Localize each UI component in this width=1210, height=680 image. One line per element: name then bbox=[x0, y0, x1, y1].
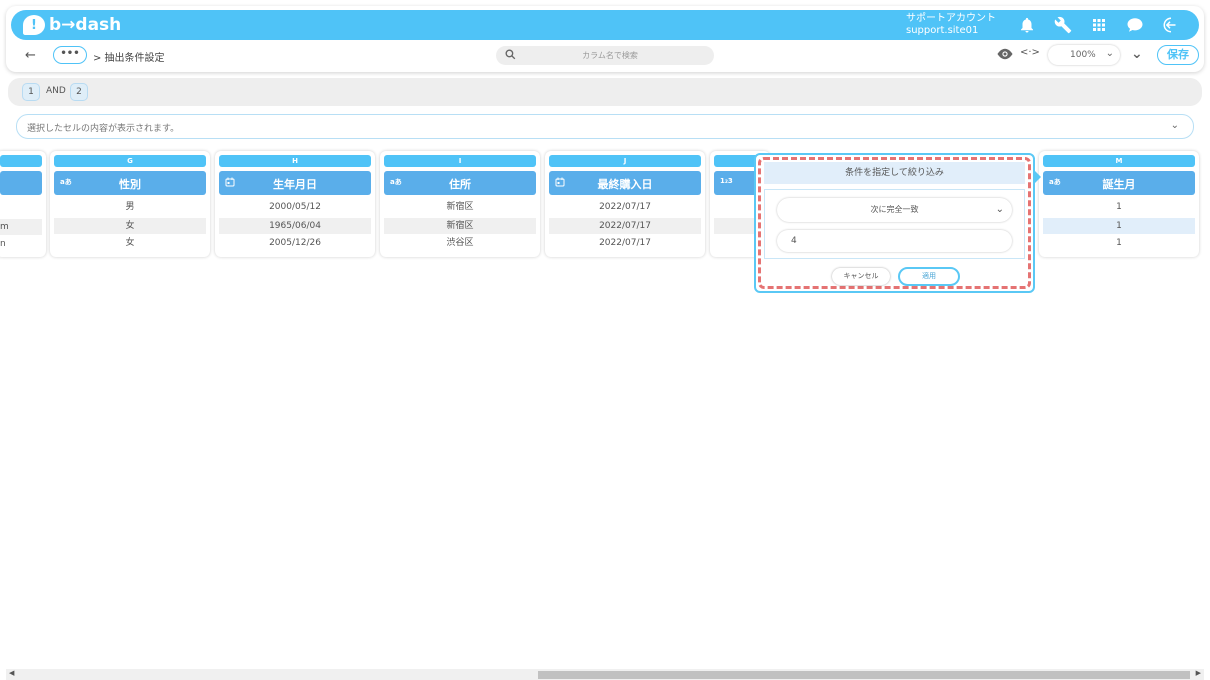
zoom-select[interactable]: 100% ⌄ bbox=[1048, 45, 1120, 65]
scrollbar-thumb[interactable] bbox=[538, 671, 1190, 679]
top-navbar: ! b→dash サポートアカウント support.site01 bbox=[11, 10, 1199, 40]
column-j[interactable]: J 最終購入日 2022/07/17 2022/07/17 2022/07/17 bbox=[545, 151, 705, 257]
search-placeholder: カラム名で検索 bbox=[582, 51, 638, 60]
column-letter: J bbox=[549, 155, 701, 167]
column-h[interactable]: H 生年月日 2000/05/12 1965/06/04 2005/12/26 bbox=[215, 151, 375, 257]
filter-popup-title: 条件を指定して絞り込み bbox=[764, 162, 1025, 184]
column-title: 生年月日 bbox=[273, 178, 317, 191]
column-m[interactable]: M aあ 誕生月 1 1 1 bbox=[1039, 151, 1199, 257]
column-title: 最終購入日 bbox=[597, 178, 653, 191]
column-g[interactable]: G aあ 性別 男 女 女 bbox=[50, 151, 210, 257]
cell-content-view[interactable]: 選択したセルの内容が表示されます。 ⌄ bbox=[16, 114, 1194, 139]
column-letter bbox=[0, 155, 42, 167]
operator-select[interactable]: 次に完全一致 ⌄ bbox=[777, 198, 1012, 222]
grid-icon[interactable] bbox=[1088, 14, 1110, 36]
and-label: AND bbox=[46, 86, 66, 96]
collapse-chevron-icon[interactable]: ⌄ bbox=[1131, 46, 1143, 62]
table-cell[interactable]: 1 bbox=[1043, 218, 1195, 234]
cancel-button[interactable]: キャンセル bbox=[832, 268, 890, 285]
popup-pointer bbox=[1034, 170, 1041, 184]
apply-button[interactable]: 適用 bbox=[898, 267, 960, 286]
column-title: 住所 bbox=[449, 178, 471, 191]
table-cell[interactable]: 1 bbox=[1043, 235, 1195, 251]
cell-content-placeholder: 選択したセルの内容が表示されます。 bbox=[27, 124, 180, 134]
table-cell[interactable]: 女 bbox=[54, 235, 206, 251]
column-letter: G bbox=[54, 155, 206, 167]
scroll-right-icon[interactable]: ▶ bbox=[1196, 669, 1201, 677]
column-header[interactable]: 最終購入日 bbox=[549, 171, 701, 195]
table-cell[interactable] bbox=[0, 201, 42, 217]
back-button[interactable]: ← bbox=[25, 48, 36, 63]
wrench-icon[interactable] bbox=[1052, 14, 1074, 36]
column-header[interactable]: 生年月日 bbox=[219, 171, 371, 195]
column-title: 誕生月 bbox=[1102, 178, 1136, 191]
table-cell[interactable]: 1965/06/04 bbox=[219, 218, 371, 234]
table-cell[interactable]: 2022/07/17 bbox=[549, 218, 701, 234]
logout-icon[interactable] bbox=[1160, 14, 1182, 36]
more-menu-button[interactable]: ••• bbox=[53, 46, 87, 64]
column-f[interactable]: m n bbox=[0, 151, 46, 257]
chevron-down-icon: ⌄ bbox=[1105, 48, 1114, 59]
condition-chip-1[interactable]: 1 bbox=[22, 83, 40, 101]
zoom-value: 100% bbox=[1070, 50, 1096, 60]
logo-text: b→dash bbox=[49, 15, 122, 35]
column-letter: M bbox=[1043, 155, 1195, 167]
scroll-left-icon[interactable]: ◀ bbox=[9, 669, 14, 677]
save-button[interactable]: 保存 bbox=[1157, 45, 1199, 65]
condition-chip-2[interactable]: 2 bbox=[70, 83, 88, 101]
sub-toolbar: ← ••• > 抽出条件設定 カラム名で検索 <·> 100% ⌄ ⌄ 保存 bbox=[11, 44, 1199, 70]
table-cell[interactable]: n bbox=[0, 236, 42, 252]
eye-icon[interactable] bbox=[996, 47, 1014, 61]
table-cell[interactable]: 2000/05/12 bbox=[219, 199, 371, 215]
table-cell[interactable]: 2005/12/26 bbox=[219, 235, 371, 251]
table-cell[interactable]: 女 bbox=[54, 218, 206, 234]
account-id: support.site01 bbox=[906, 25, 979, 36]
column-header[interactable] bbox=[0, 171, 42, 195]
table-cell[interactable]: 渋谷区 bbox=[384, 235, 536, 251]
logo[interactable]: ! b→dash bbox=[23, 15, 121, 35]
column-search-input[interactable]: カラム名で検索 bbox=[496, 46, 714, 65]
chevron-down-icon[interactable]: ⌄ bbox=[1171, 120, 1179, 131]
table-cell[interactable]: 2022/07/17 bbox=[549, 199, 701, 215]
column-header[interactable]: aあ 誕生月 bbox=[1043, 171, 1195, 195]
column-i[interactable]: I aあ 住所 新宿区 新宿区 渋谷区 bbox=[380, 151, 540, 257]
column-header[interactable]: aあ 性別 bbox=[54, 171, 206, 195]
table-cell[interactable]: 新宿区 bbox=[384, 218, 536, 234]
column-header[interactable]: aあ 住所 bbox=[384, 171, 536, 195]
column-letter: H bbox=[219, 155, 371, 167]
horizontal-scrollbar[interactable]: ◀ ▶ bbox=[6, 669, 1204, 680]
table-cell[interactable]: 新宿区 bbox=[384, 199, 536, 215]
filter-value-input[interactable]: 4 bbox=[777, 230, 1012, 252]
code-view-icon[interactable]: <·> bbox=[1020, 47, 1040, 58]
account-info[interactable]: サポートアカウント support.site01 bbox=[906, 13, 996, 37]
chevron-down-icon: ⌄ bbox=[995, 204, 1004, 215]
column-letter: I bbox=[384, 155, 536, 167]
table-cell[interactable]: 1 bbox=[1043, 199, 1195, 215]
bell-icon[interactable] bbox=[1016, 14, 1038, 36]
account-name: サポートアカウント bbox=[906, 13, 996, 24]
number-type-icon: 1₂3 bbox=[720, 177, 733, 185]
operator-value: 次に完全一致 bbox=[870, 205, 919, 214]
filter-popup: 条件を指定して絞り込み 次に完全一致 ⌄ 4 キャンセル 適用 bbox=[754, 153, 1041, 293]
condition-bar: 1 AND 2 bbox=[8, 78, 1202, 106]
table-cell[interactable]: 男 bbox=[54, 199, 206, 215]
table-cell[interactable]: 2022/07/17 bbox=[549, 235, 701, 251]
logo-bubble-icon: ! bbox=[23, 15, 45, 35]
filter-popup-body: 次に完全一致 ⌄ 4 bbox=[764, 189, 1025, 259]
column-title: 性別 bbox=[119, 178, 141, 191]
breadcrumb: > 抽出条件設定 bbox=[93, 53, 165, 64]
chat-icon[interactable] bbox=[1124, 14, 1146, 36]
table-cell[interactable]: m bbox=[0, 219, 42, 235]
